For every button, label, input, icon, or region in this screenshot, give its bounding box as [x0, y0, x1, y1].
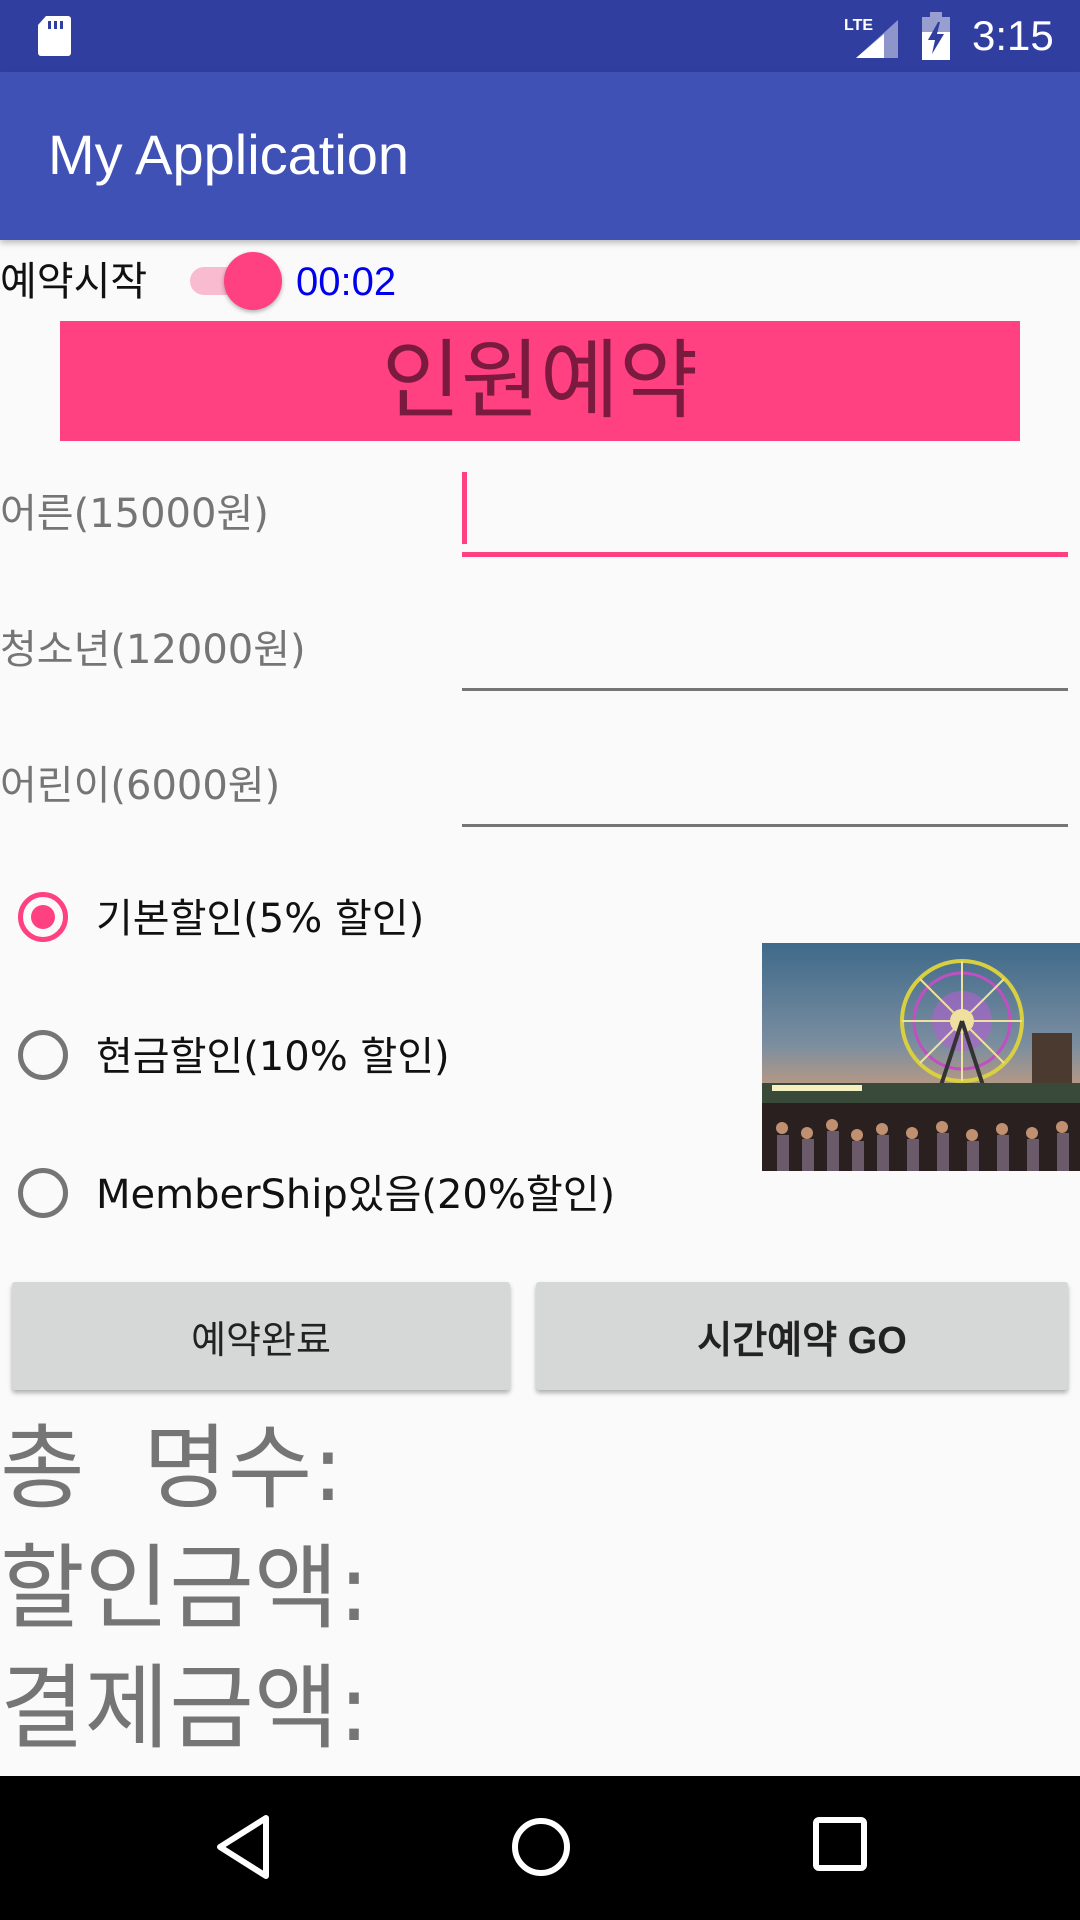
membership-discount-label[interactable]: MemberShip있음(20%할인): [96, 1167, 615, 1223]
radio-ring: [18, 1030, 68, 1080]
adult-label: 어른(15000원): [0, 491, 269, 537]
lte-signal-icon: LTE: [844, 17, 898, 58]
adult-count-input[interactable]: [462, 496, 1068, 557]
radio-cash-discount[interactable]: [16, 1028, 76, 1088]
screen: LTE 3:15 My Application 예약시작 00:02 인원예약 …: [0, 0, 1080, 1920]
discount-amount-text: 할인금액:: [0, 1535, 370, 1642]
ferris-wheel-photo: [762, 943, 1080, 1171]
radio-membership-discount[interactable]: [16, 1166, 76, 1226]
teen-label: 청소년(12000원): [0, 627, 306, 673]
radio-basic-discount[interactable]: [16, 890, 76, 950]
time-reservation-go-button[interactable]: 시간예약 GO: [536, 1282, 1068, 1390]
radio-ring: [18, 1168, 68, 1218]
reservation-banner: 인원예약: [60, 321, 1020, 441]
switch-thumb: [224, 252, 282, 310]
back-icon[interactable]: [214, 1812, 274, 1882]
child-label: 어린이(6000원): [0, 763, 281, 809]
status-bar: LTE 3:15: [0, 0, 1080, 72]
total-people-text: 총 명수:: [0, 1415, 344, 1522]
svg-text:LTE: LTE: [844, 17, 873, 34]
teen-count-input[interactable]: [462, 632, 1068, 691]
status-clock: 3:15: [972, 12, 1054, 59]
cash-discount-label[interactable]: 현금할인(10% 할인): [96, 1029, 450, 1085]
radio-selected-dot: [31, 905, 55, 929]
text-cursor: [462, 472, 467, 544]
app-title: My Application: [48, 123, 410, 186]
basic-discount-label[interactable]: 기본할인(5% 할인): [96, 891, 424, 947]
battery-charging-icon: [922, 12, 950, 60]
reservation-start-switch[interactable]: [188, 252, 288, 310]
reservation-start-label: 예약시작: [0, 259, 148, 305]
app-bar: My Application: [0, 72, 1080, 240]
chronometer: 00:02: [296, 260, 397, 304]
navigation-bar: [0, 1776, 1080, 1920]
child-count-input[interactable]: [462, 768, 1068, 827]
sd-card-icon: [38, 16, 71, 56]
reservation-complete-button[interactable]: 예약완료: [12, 1282, 510, 1390]
home-icon[interactable]: [510, 1816, 572, 1878]
recents-icon[interactable]: [812, 1816, 868, 1872]
payment-amount-text: 결제금액:: [0, 1655, 370, 1762]
banner-title: 인원예약: [381, 331, 699, 431]
